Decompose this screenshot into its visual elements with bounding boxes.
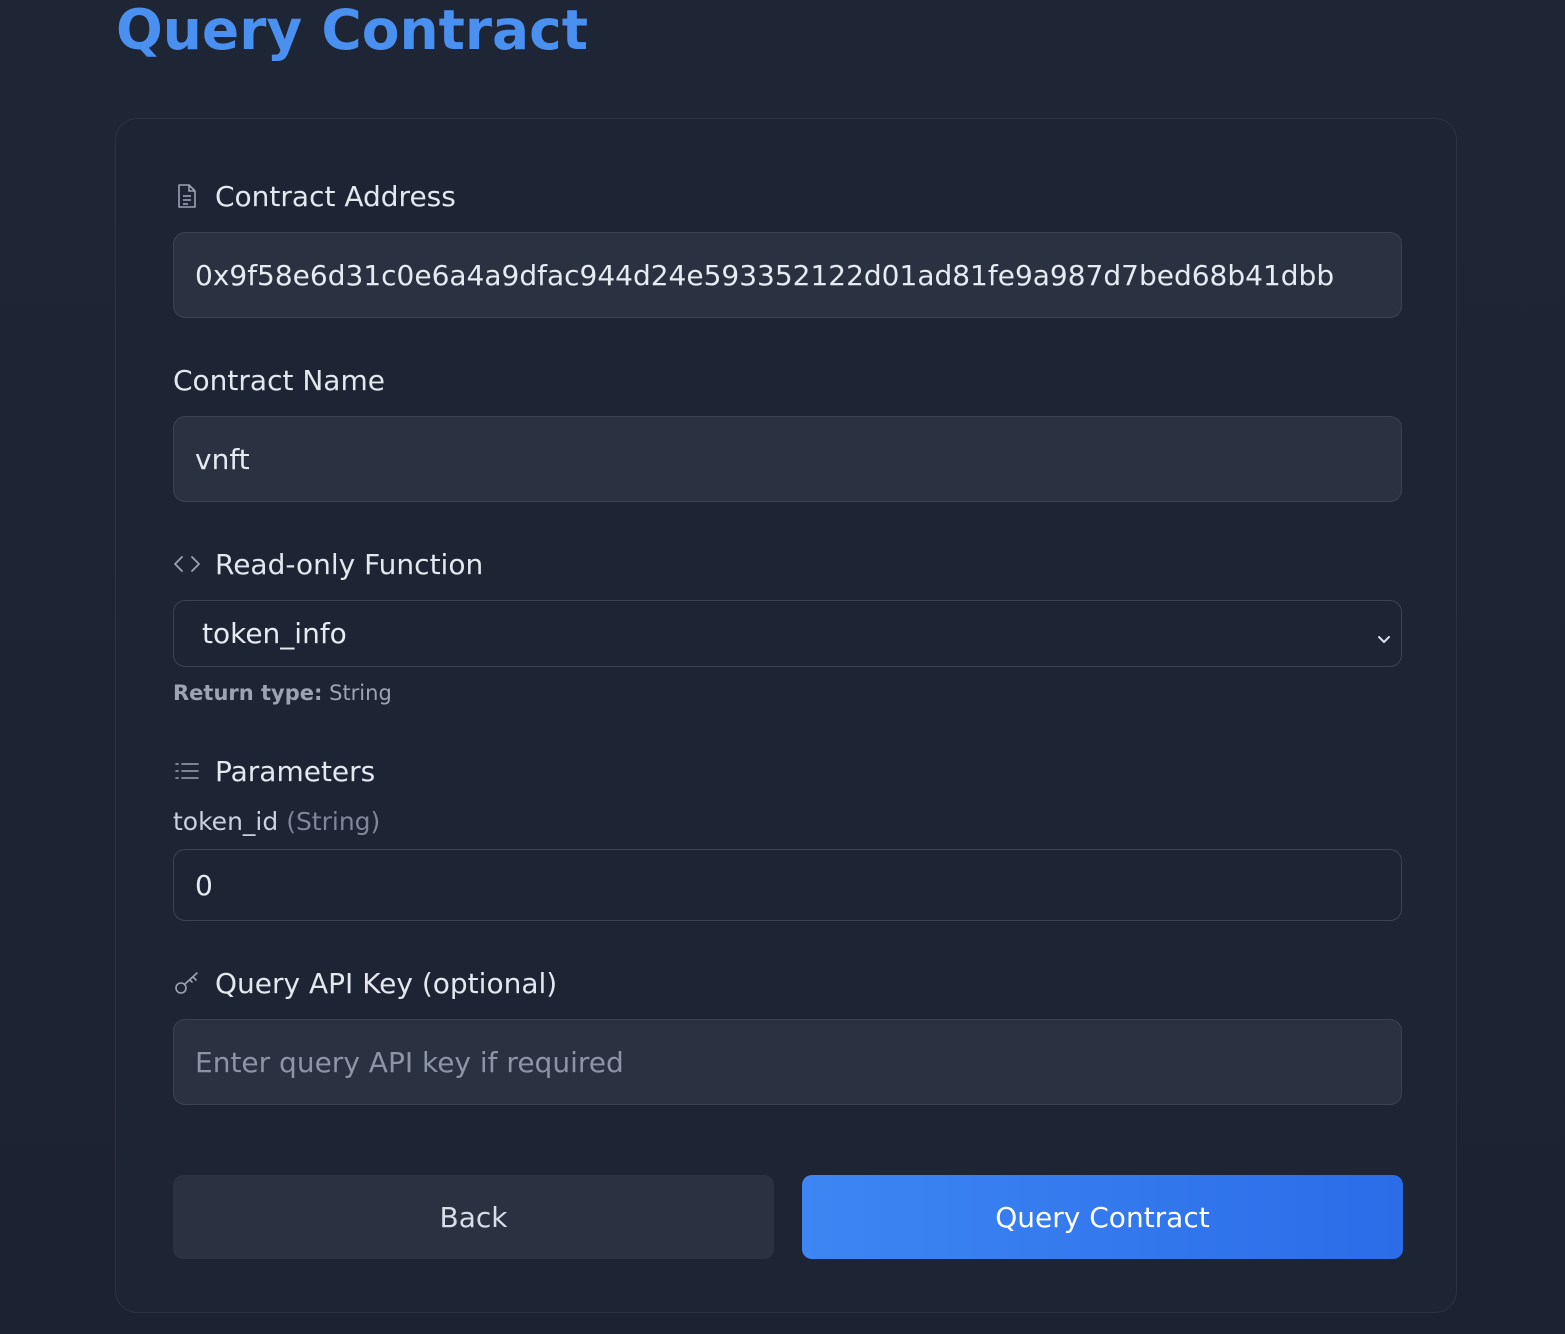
param-type: (String) [286, 807, 381, 836]
page-title: Query Contract [116, 0, 589, 62]
param-token-id-input[interactable] [173, 849, 1402, 921]
parameters-label-text: Parameters [215, 754, 376, 788]
query-contract-button[interactable]: Query Contract [802, 1175, 1403, 1259]
return-type: Return type: String [173, 681, 392, 705]
list-icon [173, 757, 201, 785]
code-icon [173, 550, 201, 578]
document-icon [173, 182, 201, 210]
return-type-value: String [329, 681, 392, 705]
parameters-label: Parameters [173, 753, 375, 789]
contract-name-label-text: Contract Name [173, 363, 385, 397]
contract-name-label: Contract Name [173, 362, 385, 398]
return-type-label: Return type: [173, 681, 323, 705]
param-token-id-label: token_id (String) [173, 807, 380, 836]
contract-address-label-text: Contract Address [215, 179, 456, 213]
query-form-card: Contract Address Contract Name Read-only… [115, 118, 1457, 1313]
key-icon [173, 969, 201, 997]
chevron-down-icon [1375, 623, 1393, 656]
function-select-value: token_info [202, 617, 347, 650]
contract-name-input[interactable] [173, 416, 1402, 502]
param-name: token_id [173, 807, 279, 836]
back-button[interactable]: Back [173, 1175, 774, 1259]
function-select[interactable]: token_info [173, 600, 1402, 667]
contract-address-label: Contract Address [173, 178, 456, 214]
function-label-text: Read-only Function [215, 547, 484, 581]
api-key-label-text: Query API Key (optional) [215, 966, 558, 1000]
contract-address-input[interactable] [173, 232, 1402, 318]
api-key-label: Query API Key (optional) [173, 965, 557, 1001]
api-key-input[interactable] [173, 1019, 1402, 1105]
function-label: Read-only Function [173, 546, 483, 582]
